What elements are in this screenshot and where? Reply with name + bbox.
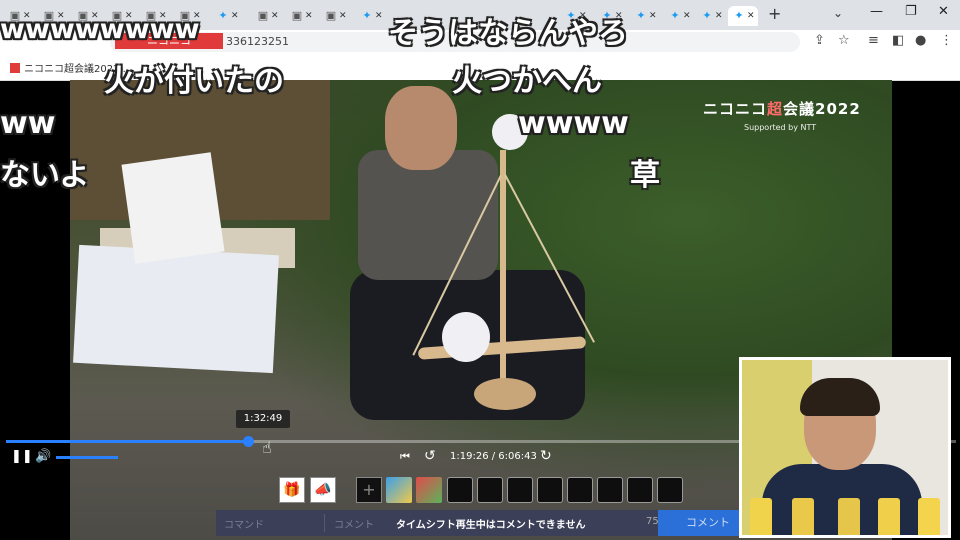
- share-icon[interactable]: ⇪: [814, 33, 825, 48]
- danmaku-comment: wwww: [518, 106, 629, 141]
- watermark-sponsor: Supported by NTT: [744, 123, 817, 132]
- volume-slider[interactable]: [56, 456, 118, 459]
- close-icon[interactable]: ✕: [305, 9, 313, 23]
- close-icon[interactable]: ✕: [715, 9, 723, 23]
- paper-scenery: [121, 152, 225, 264]
- close-icon[interactable]: ✕: [683, 9, 691, 23]
- twitter-icon: ✦: [636, 9, 646, 22]
- sticker-slot[interactable]: [567, 477, 593, 503]
- pip-can: [918, 498, 940, 535]
- megaphone-icon: 📣: [314, 482, 332, 498]
- new-tab-button[interactable]: +: [768, 4, 781, 23]
- comment-input[interactable]: コメント: [334, 516, 374, 531]
- minimize-icon[interactable]: —: [870, 4, 883, 19]
- sticker-slot[interactable]: [627, 477, 653, 503]
- close-icon[interactable]: ✕: [649, 9, 657, 23]
- profile-icon[interactable]: ●: [915, 33, 926, 48]
- browser-tab-active[interactable]: ✦ ✕: [728, 6, 758, 26]
- browser-tab[interactable]: ✦ ✕: [664, 6, 694, 26]
- danmaku-comment: 火が付いたの: [104, 64, 284, 99]
- danmaku-comment: 草: [630, 158, 660, 193]
- forward-10-icon[interactable]: ↻: [540, 448, 552, 464]
- nicoad-button[interactable]: 📣: [310, 477, 336, 503]
- browser-tab[interactable]: ▣ ✕: [320, 6, 350, 26]
- pip-person-hair: [800, 378, 880, 416]
- sticker-slot[interactable]: [597, 477, 623, 503]
- skip-previous-icon[interactable]: ⏮: [400, 450, 410, 464]
- person-glove: [442, 312, 490, 362]
- gift-icon: 🎁: [283, 482, 301, 498]
- close-icon[interactable]: ✕: [747, 9, 755, 23]
- sticker-slot[interactable]: [657, 477, 683, 503]
- volume-icon[interactable]: 🔊: [35, 449, 51, 464]
- video-watermark: ニコニコ超会議2022: [703, 98, 861, 119]
- pip-can: [792, 498, 814, 535]
- pause-icon[interactable]: ❚❚: [11, 449, 33, 464]
- browser-tab[interactable]: ✦ ✕: [630, 6, 660, 26]
- person-head: [385, 86, 457, 170]
- twitter-icon: ✦: [670, 9, 680, 22]
- seek-progress: [6, 440, 249, 443]
- picture-in-picture[interactable]: [739, 357, 951, 538]
- browser-tab[interactable]: ✦ ✕: [696, 6, 726, 26]
- paper-scenery: [73, 244, 279, 374]
- sticker-item[interactable]: [386, 477, 412, 503]
- page-icon: ▣: [325, 9, 337, 22]
- time-display: 1:19:26 / 6:06:43: [450, 451, 537, 462]
- restore-icon[interactable]: ❐: [905, 4, 917, 19]
- sticker-slot[interactable]: [507, 477, 533, 503]
- twitter-icon: ✦: [702, 9, 712, 22]
- tab-search-button[interactable]: ⌄: [833, 6, 843, 20]
- comment-disabled-message: タイムシフト再生中はコメントできません: [396, 520, 586, 531]
- page-icon: ▣: [257, 9, 269, 22]
- twitter-icon: ✦: [734, 9, 744, 22]
- seek-tooltip: 1:32:49: [236, 410, 290, 428]
- mouse-cursor-icon: ☝: [262, 438, 272, 457]
- browser-tab[interactable]: ✦ ✕: [212, 6, 242, 26]
- close-icon[interactable]: ✕: [231, 9, 239, 23]
- divider: [324, 514, 325, 532]
- url-text[interactable]: 336123251: [226, 35, 289, 48]
- plus-icon: +: [362, 480, 376, 499]
- gift-button[interactable]: 🎁: [279, 477, 305, 503]
- side-panel-icon[interactable]: ◧: [892, 33, 904, 48]
- watermark-main: ニコニコ: [703, 100, 768, 118]
- twitter-icon: ✦: [362, 9, 372, 22]
- reading-list-icon[interactable]: ≡: [868, 33, 879, 48]
- browser-tab[interactable]: ▣ ✕: [252, 6, 282, 26]
- twitter-icon: ✦: [218, 9, 228, 22]
- danmaku-comment: ww: [0, 106, 56, 141]
- comment-char-count: 75: [646, 516, 659, 527]
- bookmark-star-icon[interactable]: ☆: [838, 33, 850, 48]
- watermark-rest: 会議2022: [783, 100, 861, 118]
- rewind-10-icon[interactable]: ↺: [424, 448, 436, 464]
- sticker-slot[interactable]: [537, 477, 563, 503]
- browser-tab[interactable]: ✦ ✕: [356, 6, 386, 26]
- menu-icon[interactable]: ⋮: [940, 33, 953, 48]
- command-input[interactable]: コマンド: [224, 516, 264, 531]
- add-sticker-button[interactable]: +: [356, 477, 382, 503]
- sticker-slot[interactable]: [447, 477, 473, 503]
- pip-can: [750, 498, 772, 535]
- browser-tab[interactable]: ▣ ✕: [286, 6, 316, 26]
- danmaku-comment: 火つかへん: [452, 64, 602, 99]
- niconico-icon: [10, 63, 20, 73]
- sticker-slot[interactable]: [477, 477, 503, 503]
- page-icon: ▣: [291, 9, 303, 22]
- danmaku-comment: ないよ: [0, 158, 90, 193]
- danmaku-comment: wwwwwwww: [0, 14, 200, 45]
- close-icon[interactable]: ✕: [375, 9, 383, 23]
- close-icon[interactable]: ✕: [271, 9, 279, 23]
- close-window-icon[interactable]: ✕: [938, 4, 949, 19]
- close-icon[interactable]: ✕: [339, 9, 347, 23]
- sticker-item[interactable]: [416, 477, 442, 503]
- pip-can: [838, 498, 860, 535]
- watermark-chou: 超: [767, 100, 784, 118]
- pip-can: [878, 498, 900, 535]
- danmaku-comment: そうはならんやろ: [388, 16, 628, 51]
- fire-drill-flywheel: [474, 378, 536, 410]
